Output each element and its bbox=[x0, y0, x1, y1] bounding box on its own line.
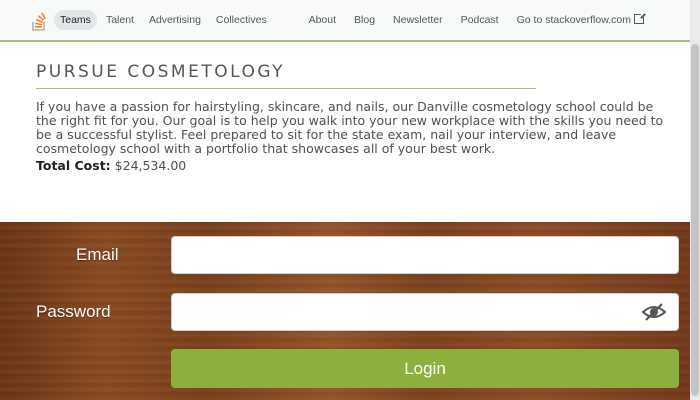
scrollbar-thumb[interactable] bbox=[691, 44, 699, 396]
stackoverflow-logo-icon[interactable] bbox=[31, 8, 47, 32]
goto-stackoverflow-label: Go to stackoverflow.com bbox=[516, 14, 631, 26]
password-label: Password bbox=[36, 302, 111, 321]
nav-podcast-link[interactable]: Podcast bbox=[455, 10, 505, 30]
vertical-scrollbar[interactable] bbox=[690, 0, 700, 400]
nav-newsletter-link[interactable]: Newsletter bbox=[387, 10, 449, 30]
nav-talent-link[interactable]: Talent bbox=[100, 10, 140, 30]
nav-collectives-link[interactable]: Collectives bbox=[210, 10, 273, 30]
program-description: If you have a passion for hairstyling, s… bbox=[36, 99, 664, 156]
email-field[interactable] bbox=[171, 236, 679, 274]
nav-blog-link[interactable]: Blog bbox=[348, 10, 381, 30]
nav-right-group: About Blog Newsletter Podcast Go to stac… bbox=[303, 10, 656, 30]
total-cost-value: $24,534.00 bbox=[114, 158, 187, 173]
email-label: Email bbox=[76, 245, 119, 264]
password-field[interactable] bbox=[171, 293, 679, 331]
total-cost: Total Cost: $24,534.00 bbox=[36, 158, 676, 173]
external-link-icon bbox=[634, 12, 646, 24]
page-title: PURSUE COSMETOLOGY bbox=[36, 62, 536, 89]
nav-left-group: Teams Talent Advertising Collectives bbox=[54, 10, 276, 30]
login-button[interactable]: Login bbox=[171, 349, 679, 388]
eye-slash-icon[interactable] bbox=[640, 300, 668, 324]
main-content: PURSUE COSMETOLOGY If you have a passion… bbox=[36, 62, 676, 173]
nav-advertising-link[interactable]: Advertising bbox=[143, 10, 207, 30]
nav-teams-link[interactable]: Teams bbox=[54, 10, 97, 30]
nav-about-link[interactable]: About bbox=[303, 10, 342, 30]
total-cost-label: Total Cost: bbox=[36, 158, 111, 173]
top-navigation-bar: Teams Talent Advertising Collectives Abo… bbox=[0, 0, 700, 42]
nav-goto-stackoverflow-link[interactable]: Go to stackoverflow.com bbox=[511, 10, 650, 30]
